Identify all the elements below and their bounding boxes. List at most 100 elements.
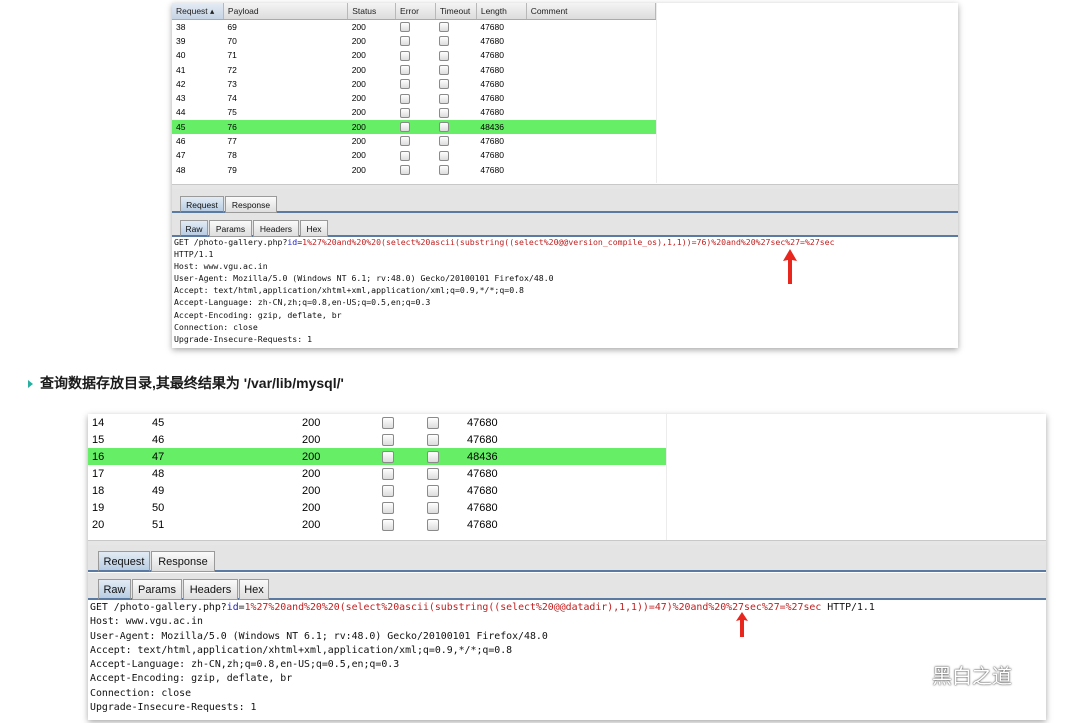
section-caption: 查询数据存放目录,其最终结果为 '/var/lib/mysql/' [28, 373, 344, 393]
cell-error [396, 20, 436, 34]
cell-comment [526, 148, 655, 162]
cell-comment [526, 91, 655, 105]
table-row[interactable]: 48 79 200 47680 [172, 162, 656, 176]
tab-response[interactable]: Response [151, 551, 215, 572]
header-line: Connection: close [90, 687, 192, 699]
table-row[interactable]: 41 72 200 47680 [172, 62, 656, 76]
table-row[interactable]: 42 73 200 47680 [172, 77, 656, 91]
cell-error [378, 431, 423, 448]
header-line: User-Agent: Mozilla/5.0 (Windows NT 6.1;… [90, 630, 548, 642]
checkbox-icon [382, 484, 394, 497]
table-row[interactable]: 47 78 200 47680 [172, 148, 656, 162]
request-line: GET /photo-gallery.php?id=1%27%20and%20%… [90, 602, 875, 613]
column-header-status[interactable]: Status [347, 3, 397, 20]
cell-request: 39 [176, 35, 186, 46]
checkbox-icon [439, 22, 450, 33]
header-line: User-Agent: Mozilla/5.0 (Windows NT 6.1;… [174, 273, 554, 284]
cell-timeout [435, 119, 477, 134]
cell-status: 200 [351, 93, 366, 104]
table-row[interactable]: 38 69 200 47680 [172, 20, 656, 34]
table-row[interactable]: 16 47 200 48436 [88, 448, 666, 465]
http-version: HTTP/1.1 [821, 602, 875, 613]
cell-error [396, 134, 436, 148]
column-header-comment[interactable]: Comment [526, 3, 657, 20]
checkbox-icon [399, 22, 410, 33]
cell-timeout [435, 77, 476, 91]
cell-payload: 78 [227, 150, 237, 161]
cell-error [378, 448, 423, 465]
tab-headers[interactable]: Headers [183, 579, 238, 600]
cell-length: 47680 [467, 467, 498, 480]
checkbox-icon [399, 93, 410, 104]
table-row[interactable]: 46 77 200 47680 [172, 134, 656, 148]
checkbox-icon [399, 136, 410, 147]
cell-error [378, 465, 423, 482]
cell-length: 47680 [480, 78, 504, 89]
table-row[interactable]: 45 76 200 48436 [172, 119, 656, 134]
column-header-timeout[interactable]: Timeout [435, 3, 477, 20]
cell-payload: 79 [227, 164, 237, 175]
column-header-error[interactable]: Error [395, 3, 436, 20]
cell-length: 47680 [467, 518, 498, 531]
tab-headers[interactable]: Headers [253, 220, 299, 237]
cell-payload: 70 [227, 35, 237, 46]
tab-hex[interactable]: Hex [239, 579, 269, 600]
param-name: id [287, 237, 298, 247]
cell-request: 45 [172, 119, 224, 134]
cell-status: 200 [347, 119, 396, 134]
tab-request[interactable]: Request [98, 551, 150, 572]
checkbox-icon [382, 501, 394, 514]
table-row[interactable]: 20 51 200 47680 [88, 516, 666, 533]
table-row[interactable]: 15 46 200 47680 [88, 431, 666, 448]
cell-request: 44 [176, 107, 186, 118]
cell-length: 47680 [467, 484, 498, 497]
table-row[interactable]: 19 50 200 47680 [88, 499, 666, 516]
table-row[interactable]: 39 70 200 47680 [172, 34, 656, 48]
checkbox-icon [427, 450, 439, 463]
cell-status: 200 [351, 64, 366, 75]
tab-params[interactable]: Params [209, 220, 252, 237]
tab-params[interactable]: Params [132, 579, 182, 600]
column-header-request[interactable]: Request ▴ [172, 3, 224, 20]
header-line: Accept: text/html,application/xhtml+xml,… [174, 285, 524, 296]
cell-timeout [435, 62, 476, 76]
checkbox-icon [399, 79, 410, 90]
checkbox-icon [439, 136, 450, 147]
raw-request-text[interactable]: GET /photo-gallery.php?id=1%27%20and%20%… [90, 601, 875, 715]
cell-request: 43 [176, 93, 186, 104]
cell-comment [526, 20, 655, 34]
cell-request: 19 [92, 501, 105, 514]
column-header-payload[interactable]: Payload [223, 3, 349, 20]
cell-request: 15 [92, 433, 105, 446]
raw-request-text[interactable]: GET /photo-gallery.php?id=1%27%20and%20%… [174, 236, 835, 345]
cell-error [378, 516, 423, 533]
header-line: Accept-Language: zh-CN,zh;q=0.8,en-US;q=… [90, 659, 400, 671]
tab-hex[interactable]: Hex [300, 220, 328, 237]
tab-response[interactable]: Response [225, 196, 277, 213]
table-row[interactable]: 43 74 200 47680 [172, 91, 656, 105]
table-row[interactable]: 18 49 200 47680 [88, 482, 666, 499]
tab-raw[interactable]: Raw [180, 220, 208, 237]
table-row[interactable]: 14 45 200 47680 [88, 414, 666, 431]
cell-timeout [423, 414, 463, 431]
checkbox-icon [399, 164, 410, 175]
column-header-length[interactable]: Length [476, 3, 527, 20]
checkbox-icon [439, 36, 450, 47]
table-row[interactable]: 17 48 200 47680 [88, 465, 666, 482]
cell-request: 47 [176, 150, 186, 161]
cell-comment [526, 105, 655, 119]
red-arrow-annotation [783, 249, 797, 284]
checkbox-icon [399, 50, 410, 61]
cell-timeout [423, 516, 463, 533]
header-line: Upgrade-Insecure-Requests: 1 [90, 702, 257, 714]
cell-error [378, 414, 423, 431]
tab-request[interactable]: Request [180, 196, 224, 213]
checkbox-icon [399, 36, 410, 47]
cell-payload: 49 [152, 484, 165, 497]
table-row[interactable]: 40 71 200 47680 [172, 48, 656, 62]
red-arrow-annotation [736, 612, 748, 637]
tab-raw[interactable]: Raw [98, 579, 131, 600]
cell-status: 200 [351, 150, 366, 161]
cell-error [396, 148, 436, 162]
table-row[interactable]: 44 75 200 47680 [172, 105, 656, 119]
